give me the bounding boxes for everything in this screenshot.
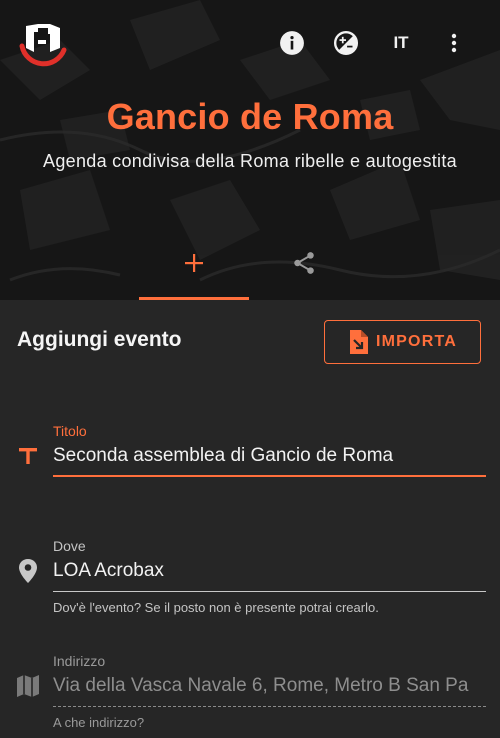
top-app-bar: IT <box>0 0 500 86</box>
address-input[interactable]: Via della Vasca Navale 6, Rome, Metro B … <box>53 675 473 697</box>
active-tab-indicator <box>139 297 249 300</box>
place-input[interactable]: LOA Acrobax <box>53 560 473 582</box>
title-input[interactable]: Seconda assemblea di Gancio de Roma <box>53 445 473 467</box>
tab-add-event[interactable] <box>139 228 249 298</box>
map-icon <box>15 673 41 699</box>
place-field-hint: Dov'è l'evento? Se il posto non è presen… <box>53 600 379 615</box>
header-hero: IT Gancio de Roma Agenda condivisa della… <box>0 0 500 300</box>
place-input-underline <box>53 591 486 592</box>
page-subtitle: Agenda condivisa della Roma ribelle e au… <box>43 151 457 171</box>
gancio-logo-icon[interactable] <box>16 16 70 68</box>
address-input-underline <box>53 706 486 707</box>
import-button-label: IMPORTA <box>376 333 457 350</box>
address-field-label: Indirizzo <box>53 653 106 669</box>
info-icon[interactable] <box>278 29 306 57</box>
share-icon <box>294 252 314 274</box>
place-field-label: Dove <box>53 538 86 554</box>
map-marker-icon <box>15 558 41 584</box>
page-title: Gancio de Roma <box>106 96 394 137</box>
theme-toggle-icon[interactable] <box>332 29 360 57</box>
title-input-underline <box>53 475 486 477</box>
title-field-label: Titolo <box>53 423 87 439</box>
import-button[interactable]: IMPORTA <box>324 320 481 364</box>
language-selector[interactable]: IT <box>389 31 413 55</box>
section-title: Aggiungi evento <box>17 328 182 351</box>
file-import-icon <box>350 330 368 354</box>
tab-share[interactable] <box>249 228 359 298</box>
address-field-hint: A che indirizzo? <box>53 715 145 730</box>
more-vert-icon[interactable] <box>440 29 468 57</box>
text-icon <box>15 443 41 469</box>
plus-icon <box>185 254 203 272</box>
